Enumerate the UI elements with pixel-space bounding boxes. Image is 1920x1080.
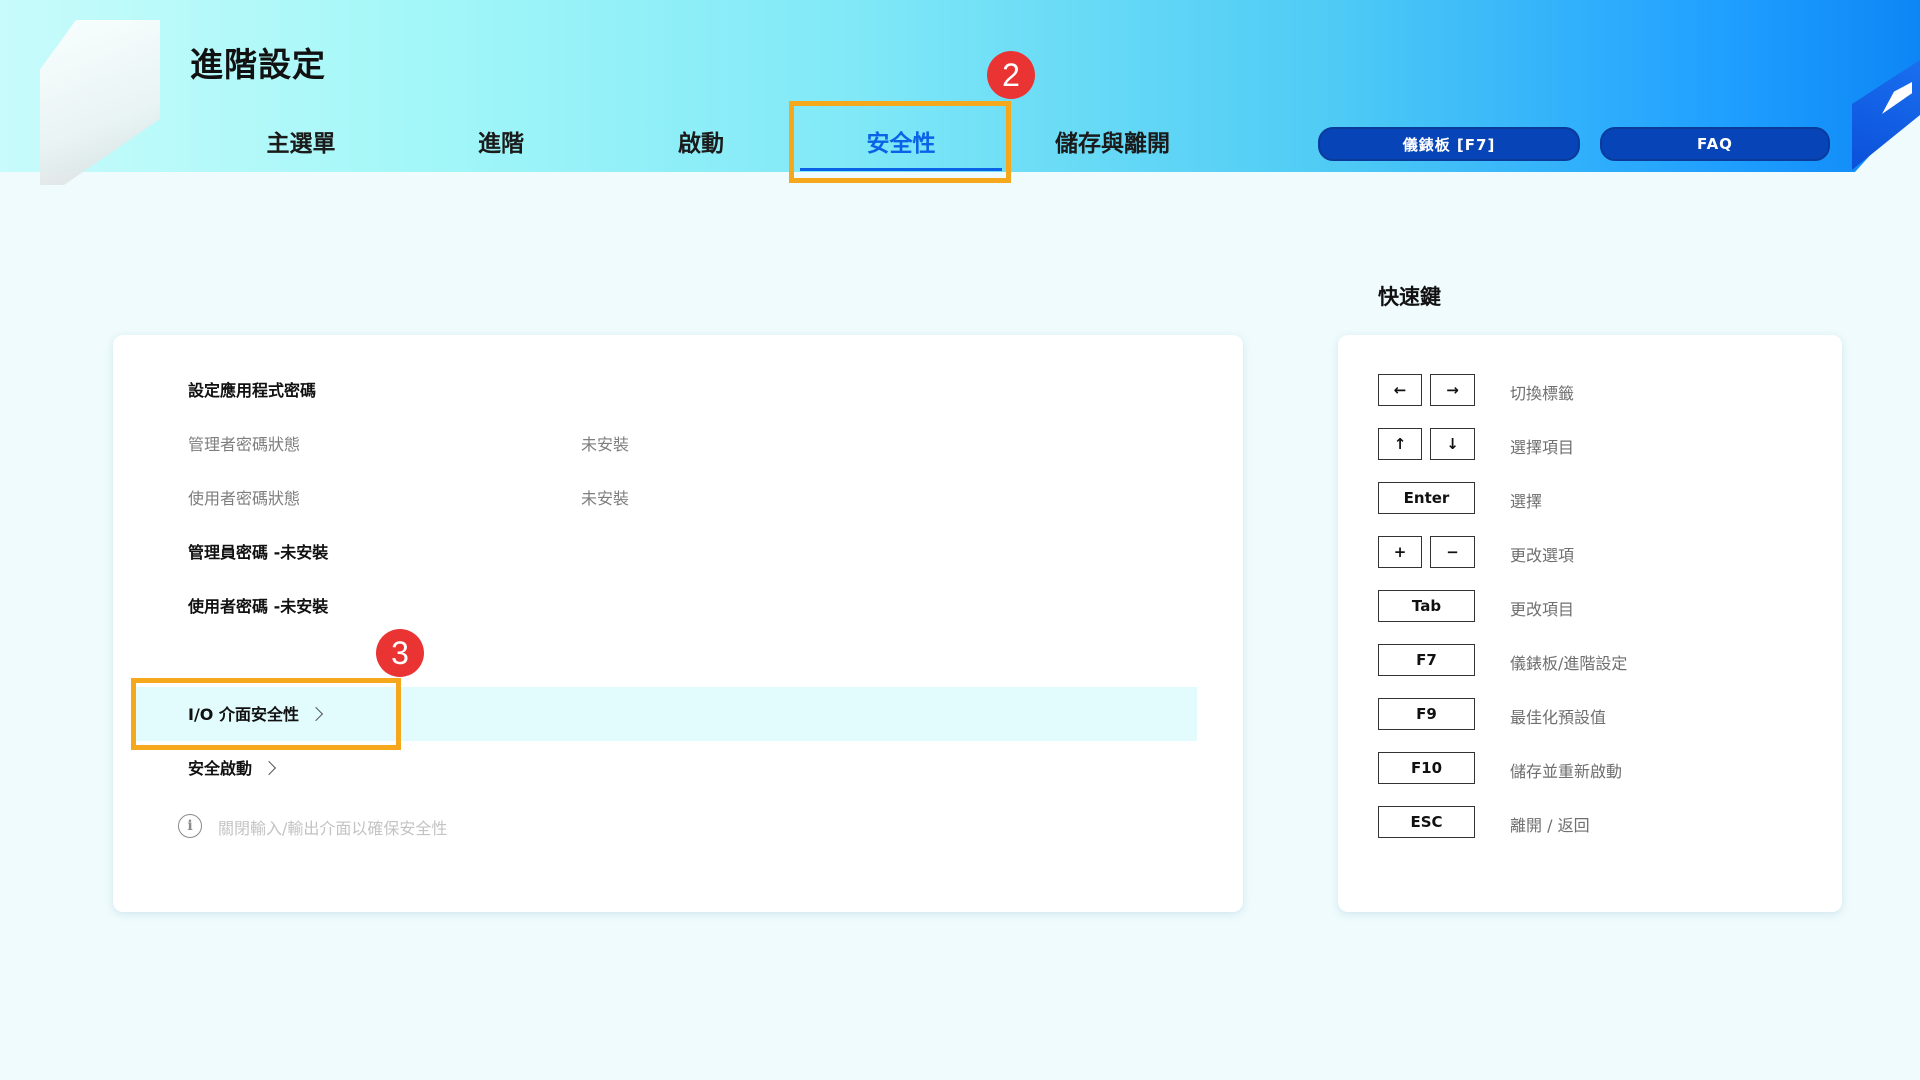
- tab-boot[interactable]: 啟動: [650, 124, 752, 158]
- annotation-badge-2: 2: [987, 51, 1035, 99]
- key-up-arrow: ↑: [1378, 428, 1422, 460]
- section-title: 設定應用程式密碼: [188, 381, 317, 400]
- chevron-right-icon: [261, 760, 277, 776]
- hotkey-desc-change-option: 更改選項: [1510, 546, 1575, 565]
- tab-advanced[interactable]: 進階: [450, 124, 552, 158]
- tab-main-menu[interactable]: 主選單: [250, 124, 352, 158]
- key-tab: Tab: [1378, 590, 1475, 622]
- key-minus: −: [1430, 536, 1475, 568]
- hotkey-desc-dashboard: 儀錶板/進階設定: [1510, 654, 1628, 673]
- key-down-arrow: ↓: [1430, 428, 1475, 460]
- secure-boot-item[interactable]: 安全啟動: [188, 755, 277, 779]
- hotkey-desc-select: 選擇: [1510, 492, 1543, 511]
- dashboard-button[interactable]: 儀錶板 [F7]: [1318, 127, 1580, 161]
- hotkey-desc-optimized-defaults: 最佳化預設值: [1510, 708, 1607, 727]
- key-enter: Enter: [1378, 482, 1475, 514]
- key-f9: F9: [1378, 698, 1475, 730]
- hotkey-desc-change-item: 更改項目: [1510, 600, 1575, 619]
- admin-status-label: 管理者密碼狀態: [188, 435, 301, 454]
- hotkeys-title: 快速鍵: [1378, 285, 1441, 309]
- tab-save-exit[interactable]: 儲存與離開: [1040, 124, 1185, 158]
- key-f10: F10: [1378, 752, 1475, 784]
- key-f7: F7: [1378, 644, 1475, 676]
- info-icon: i: [178, 814, 202, 838]
- annotation-box-security-tab: [789, 101, 1011, 183]
- key-esc: ESC: [1378, 806, 1475, 838]
- secure-boot-label: 安全啟動: [188, 759, 253, 778]
- page-title: 進階設定: [190, 45, 326, 84]
- user-status-value: 未安裝: [581, 489, 630, 508]
- hint-text: 關閉輸入/輸出介面以確保安全性: [218, 819, 448, 838]
- faq-button[interactable]: FAQ: [1600, 127, 1830, 161]
- admin-status-value: 未安裝: [581, 435, 630, 454]
- annotation-badge-3: 3: [376, 629, 424, 677]
- admin-password-item[interactable]: 管理員密碼 -未安裝: [188, 539, 328, 563]
- hotkey-desc-select-item: 選擇項目: [1510, 438, 1575, 457]
- key-left-arrow: ←: [1378, 374, 1422, 406]
- annotation-box-io-security: [131, 678, 401, 750]
- hotkey-desc-save-restart: 儲存並重新啟動: [1510, 762, 1623, 781]
- user-password-item[interactable]: 使用者密碼 -未安裝: [188, 593, 328, 617]
- key-plus: +: [1378, 536, 1422, 568]
- hotkey-desc-switch-tab: 切換標籤: [1510, 384, 1575, 403]
- user-status-label: 使用者密碼狀態: [188, 489, 301, 508]
- hotkey-desc-exit-back: 離開 / 返回: [1510, 816, 1590, 835]
- key-right-arrow: →: [1430, 374, 1475, 406]
